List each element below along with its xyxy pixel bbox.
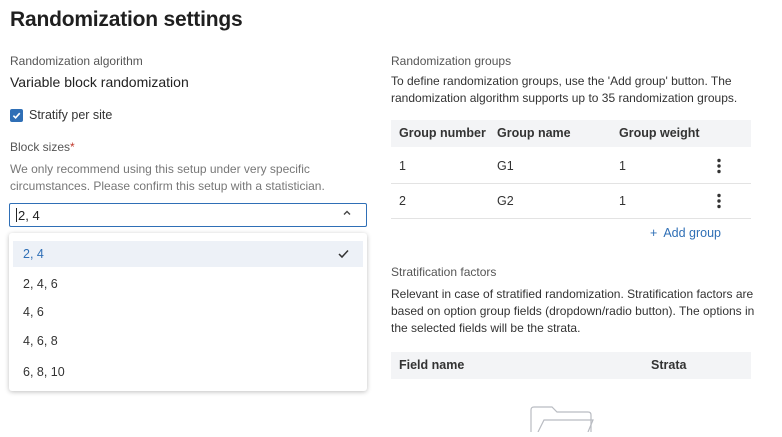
algorithm-value: Variable block randomization bbox=[10, 74, 189, 90]
block-sizes-hint: We only recommend using this setup under… bbox=[10, 162, 325, 193]
option-label: 4, 6 bbox=[23, 305, 44, 319]
option-label: 2, 4, 6 bbox=[23, 277, 58, 291]
col-group-name: Group name bbox=[497, 126, 571, 140]
checkmark-icon bbox=[12, 112, 21, 119]
check-icon bbox=[338, 247, 349, 262]
dropdown-option[interactable]: 4, 6, 8 bbox=[13, 328, 363, 354]
option-label: 2, 4 bbox=[23, 247, 44, 261]
block-sizes-label-text: Block sizes bbox=[10, 140, 71, 154]
page-title: Randomization settings bbox=[10, 8, 243, 31]
col-field-name: Field name bbox=[399, 358, 465, 372]
stratify-label: Stratify per site bbox=[29, 108, 113, 122]
more-vertical-icon[interactable] bbox=[716, 193, 722, 214]
dropdown-option[interactable]: 2, 4, 6 bbox=[13, 271, 363, 297]
group-weight-cell: 1 bbox=[619, 159, 626, 173]
plus-icon: + bbox=[650, 226, 658, 240]
text-caret bbox=[16, 208, 17, 222]
stratification-description: Relevant in case of stratified randomiza… bbox=[391, 287, 755, 335]
block-sizes-dropdown: 2, 4 2, 4, 6 4, 6 4, 6, 8 6, 8, 10 bbox=[9, 233, 367, 391]
group-name-cell: G1 bbox=[497, 159, 514, 173]
option-label: 4, 6, 8 bbox=[23, 334, 58, 348]
block-sizes-value: 2, 4 bbox=[18, 207, 40, 223]
stratification-label: Stratification factors bbox=[391, 265, 497, 279]
empty-folder-icon bbox=[530, 406, 594, 437]
chevron-up-icon[interactable] bbox=[342, 208, 352, 221]
option-label: 6, 8, 10 bbox=[23, 365, 65, 379]
row-divider bbox=[391, 183, 751, 184]
col-group-number: Group number bbox=[399, 126, 486, 140]
stratify-checkbox-row[interactable]: Stratify per site bbox=[10, 108, 112, 122]
more-vertical-icon[interactable] bbox=[716, 158, 722, 179]
groups-label: Randomization groups bbox=[391, 54, 512, 68]
group-name-cell: G2 bbox=[497, 194, 514, 208]
col-group-weight: Group weight bbox=[619, 126, 700, 140]
groups-description: To define randomization groups, use the … bbox=[391, 74, 738, 105]
group-weight-cell: 1 bbox=[619, 194, 626, 208]
stratify-checkbox[interactable] bbox=[10, 108, 23, 122]
algorithm-label: Randomization algorithm bbox=[10, 54, 143, 68]
block-sizes-select[interactable]: 2, 4 bbox=[9, 203, 367, 227]
required-mark: * bbox=[70, 140, 75, 154]
dropdown-option[interactable]: 2, 4 bbox=[13, 241, 363, 267]
col-strata: Strata bbox=[651, 358, 687, 372]
dropdown-option[interactable]: 4, 6 bbox=[13, 299, 363, 325]
dropdown-option[interactable]: 6, 8, 10 bbox=[13, 359, 363, 385]
add-group-label: Add group bbox=[663, 226, 721, 240]
add-group-button[interactable]: + Add group bbox=[650, 226, 721, 240]
group-number-cell: 2 bbox=[399, 194, 406, 208]
block-sizes-label: Block sizes* bbox=[10, 140, 75, 154]
group-number-cell: 1 bbox=[399, 159, 406, 173]
row-divider bbox=[391, 218, 751, 219]
